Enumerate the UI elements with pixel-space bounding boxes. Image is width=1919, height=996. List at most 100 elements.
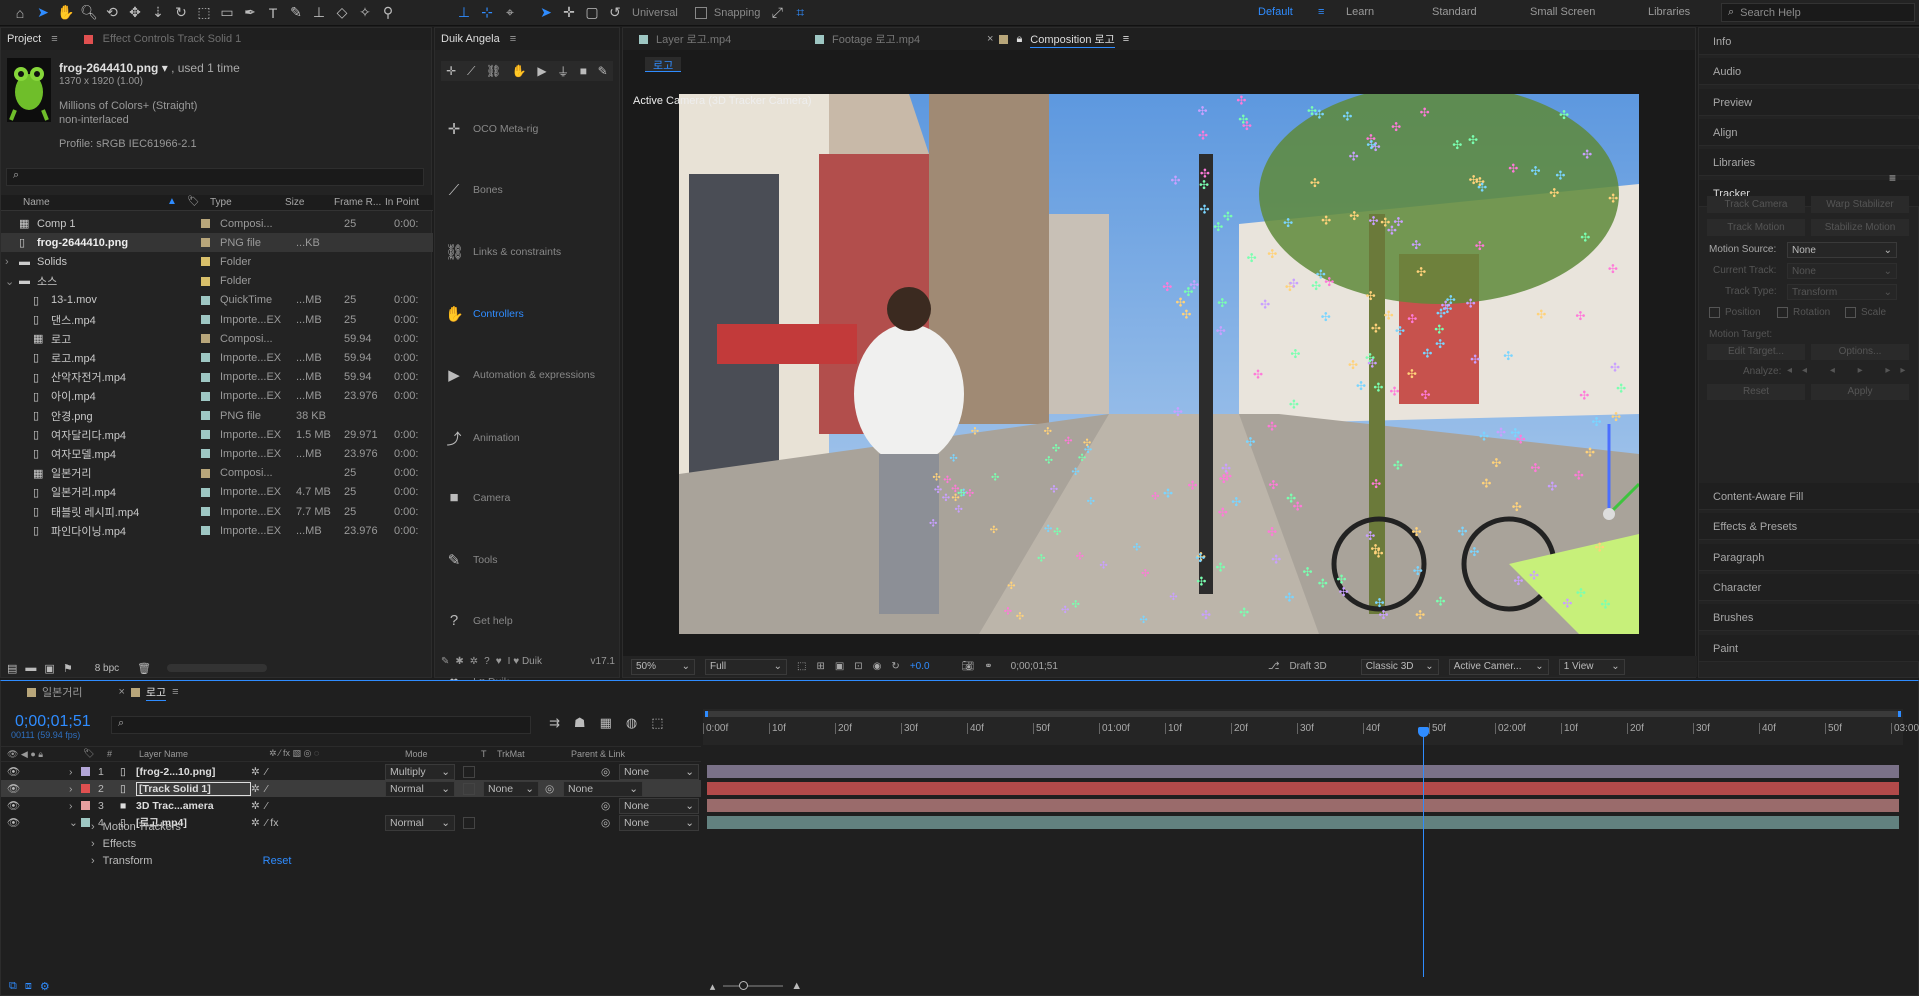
project-item-row[interactable]: ▦ 일본거리 Composi... 25 0:00:: [1, 464, 433, 483]
reset-button[interactable]: Reset: [1707, 384, 1805, 400]
panel-item-libraries[interactable]: Libraries: [1699, 149, 1919, 177]
label-swatch[interactable]: [201, 449, 210, 459]
project-item-row[interactable]: ▯ 로고.mp4 Importe...EX ...MB 59.94 0:00:: [1, 348, 433, 367]
work-area-bar[interactable]: [705, 711, 1901, 717]
prop-transform[interactable]: › Transform Reset: [1, 851, 701, 870]
panel-menu-icon[interactable]: ≡: [510, 33, 516, 45]
pickwhip-icon[interactable]: ◎: [545, 783, 563, 795]
panel-item-brushes[interactable]: Brushes: [1699, 604, 1919, 632]
edit-target-button[interactable]: Edit Target...: [1707, 344, 1805, 360]
motion-source-select[interactable]: None ⌄: [1787, 242, 1897, 258]
layer-row[interactable]: 👁︎›1▯[frog-2...10.png]✲ ⁄ Multiply⌄⌄◎Non…: [1, 763, 701, 780]
duik-item-links[interactable]: ⛓ Links & constraints: [445, 243, 561, 261]
apply-button[interactable]: Apply: [1811, 384, 1909, 400]
workspace-learn[interactable]: Learn: [1346, 6, 1436, 18]
pan-behind-icon[interactable]: ⬚: [194, 3, 214, 23]
project-item-row[interactable]: ▯ 태블릿 레시피.mp4 Importe...EX 7.7 MB 25 0:00:: [1, 502, 433, 521]
label-swatch[interactable]: [201, 276, 210, 286]
bpc-label[interactable]: 8 bpc: [95, 663, 119, 674]
label-column-icon[interactable]: 🏷︎: [187, 196, 200, 207]
home-icon[interactable]: ⌂: [10, 3, 30, 23]
track-motion-button[interactable]: Track Motion: [1707, 219, 1805, 236]
channel-icon[interactable]: ◉: [873, 661, 882, 672]
col-in-point[interactable]: In Point: [385, 197, 419, 208]
resolution-select[interactable]: Full ⌄: [705, 658, 787, 675]
current-timecode[interactable]: 0;00;01;51: [15, 713, 91, 731]
label-swatch[interactable]: [201, 334, 210, 344]
bug-icon[interactable]: ✲: [470, 656, 478, 667]
current-track-select[interactable]: None ⌄: [1787, 263, 1897, 279]
layer-row[interactable]: 👁︎›3■3D Trac...amera✲ ⁄ ⌄⌄◎None⌄: [1, 797, 701, 814]
layer-name[interactable]: 3D Trac...amera: [136, 800, 251, 812]
project-item-row[interactable]: ▯ 댄스.mp4 Importe...EX ...MB 25 0:00:: [1, 310, 433, 329]
col-size[interactable]: Size: [285, 197, 304, 208]
project-item-row[interactable]: ▯ 13-1.mov QuickTime ...MB 25 0:00:: [1, 291, 433, 310]
project-item-row[interactable]: ▦ 로고 Composi... 59.94 0:00:: [1, 329, 433, 348]
draft-3d-icon[interactable]: ⎇: [1268, 661, 1280, 672]
label-swatch[interactable]: [201, 411, 210, 420]
tab-japanese-street[interactable]: 일본거리: [42, 684, 82, 700]
duik-controller-icon[interactable]: ✋: [512, 64, 527, 78]
pickwhip-icon[interactable]: ◎: [601, 800, 619, 812]
layer-duration-bar[interactable]: [707, 816, 1899, 829]
project-item-row[interactable]: ▯ 파인다이닝.mp4 Importe...EX ...MB 23.976 0:00:: [1, 521, 433, 540]
graph-editor-icon[interactable]: ⬚: [651, 715, 663, 731]
roto-brush-icon[interactable]: ✧: [355, 3, 375, 23]
renderer-select[interactable]: Classic 3D ⌄: [1360, 658, 1439, 675]
project-item-row[interactable]: ▯ frog-2644410.png PNG file ...KB: [1, 233, 433, 253]
selection-tool-icon[interactable]: ➤: [33, 3, 53, 23]
layer-name[interactable]: [frog-2...10.png]: [136, 766, 251, 778]
tab-footage[interactable]: Footage 로고.mp4: [805, 31, 981, 47]
visibility-eye-icon[interactable]: 👁︎: [7, 782, 69, 795]
label-swatch[interactable]: [201, 507, 210, 516]
new-folder-icon[interactable]: ▬: [25, 662, 36, 674]
snapshot-icon[interactable]: 📷︎: [962, 661, 975, 672]
workspace-default[interactable]: Default: [1258, 6, 1318, 18]
col-mode[interactable]: Mode: [405, 749, 428, 759]
workspace-small-screen[interactable]: Small Screen: [1530, 6, 1648, 18]
label-swatch[interactable]: [201, 295, 210, 305]
hand-tool-icon[interactable]: ✋: [56, 3, 76, 23]
duik-item-tools[interactable]: ✎ Tools: [445, 551, 498, 569]
layer-label-swatch[interactable]: [81, 767, 90, 776]
scale-3d-icon[interactable]: ▢: [582, 3, 602, 23]
blend-mode-select[interactable]: Multiply ⌄: [385, 763, 455, 780]
duik-item-camera[interactable]: ■ Camera: [445, 489, 510, 506]
type-tool-icon[interactable]: T: [263, 3, 283, 23]
lock-icon[interactable]: 🔒︎: [1016, 33, 1022, 46]
project-item-row[interactable]: › ▬ Solids Folder: [1, 252, 433, 271]
tab-composition[interactable]: 🔒︎ Composition 로고 ≡: [999, 31, 1129, 48]
select-3d-icon[interactable]: ➤: [536, 3, 556, 23]
show-snapshot-icon[interactable]: ⚭: [984, 661, 992, 672]
mask-icon[interactable]: ▣: [835, 661, 844, 672]
help-icon[interactable]: ?: [484, 656, 490, 667]
project-item-row[interactable]: ▯ 산악자전거.mp4 Importe...EX ...MB 59.94 0:00:: [1, 368, 433, 387]
camera-select[interactable]: Active Camer... ⌄: [1448, 658, 1549, 675]
rotate-tool-icon[interactable]: ↻: [171, 3, 191, 23]
project-item-row[interactable]: ▯ 여자달리다.mp4 Importe...EX 1.5 MB 29.971 0:00:: [1, 425, 433, 444]
project-item-row[interactable]: ▯ 일본거리.mp4 Importe...EX 4.7 MB 25 0:00:: [1, 483, 433, 502]
rotation-checkbox[interactable]: [1777, 307, 1788, 318]
panel-item-character[interactable]: Character: [1699, 573, 1919, 601]
col-trkmat[interactable]: TrkMat: [497, 749, 525, 759]
layer-label-swatch[interactable]: [81, 784, 90, 793]
exposure-value[interactable]: +0.0: [910, 661, 930, 672]
parent-select[interactable]: None ⌄: [619, 763, 699, 780]
project-item-row[interactable]: ▦ Comp 1 Composi... 25 0:00:: [1, 214, 433, 233]
label-swatch[interactable]: [201, 257, 210, 267]
panel-item-audio[interactable]: Audio: [1699, 58, 1919, 86]
views-select[interactable]: 1 View ⌄: [1558, 658, 1625, 675]
grid-snap-icon[interactable]: ⌗: [790, 3, 810, 23]
duik-item-bones[interactable]: ⟋ Bones: [445, 182, 503, 199]
layer-duration-bar[interactable]: [707, 782, 1899, 795]
duik-camera-icon[interactable]: ■: [580, 64, 587, 78]
col-parent[interactable]: Parent & Link: [571, 749, 625, 759]
rotate-3d-icon[interactable]: ↺: [605, 3, 625, 23]
label-swatch[interactable]: [201, 372, 210, 382]
panel-item-effects-presets[interactable]: Effects & Presets: [1699, 513, 1919, 541]
track-type-select[interactable]: Transform ⌄: [1787, 284, 1897, 300]
label-swatch[interactable]: [201, 238, 210, 248]
visibility-eye-icon[interactable]: 👁︎: [7, 799, 69, 812]
transparency-grid-icon[interactable]: ⊞: [816, 661, 824, 672]
layer-duration-bar[interactable]: [707, 799, 1899, 812]
